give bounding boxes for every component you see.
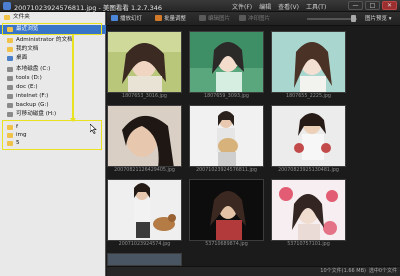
menu-tools[interactable]: 工具(T) bbox=[306, 2, 326, 11]
batch-adjust-button[interactable]: 批量调整 bbox=[155, 14, 186, 24]
tree-item-drive-c[interactable]: 本地磁盘 (C:) bbox=[0, 65, 106, 74]
close-button[interactable]: ✕ bbox=[382, 1, 397, 10]
thumbnail-item[interactable]: 1807655_2225.jpg bbox=[271, 31, 346, 103]
thumbnail-image bbox=[107, 31, 182, 93]
edit-image-button[interactable]: 编辑图片 bbox=[199, 14, 230, 24]
file-count: 10个文件(1.66 MB) bbox=[320, 268, 366, 274]
cursor-icon bbox=[90, 124, 97, 134]
zoom-slider[interactable] bbox=[307, 18, 357, 20]
thumbnail-grid: 1807653_3016.jpg 1807659_3093.jpg 180765… bbox=[107, 27, 400, 266]
title-bar: 20071023924576811.jpg - 美图看看 1.2.7.346 文… bbox=[0, 0, 400, 12]
thumbnail-image bbox=[107, 253, 182, 266]
thumbnail-item[interactable] bbox=[107, 253, 182, 266]
tree-item-drive-e[interactable]: doc (E:) bbox=[0, 83, 106, 92]
print-icon bbox=[239, 15, 246, 21]
app-icon bbox=[3, 2, 11, 10]
arrow-down-icon bbox=[69, 118, 76, 122]
menu-view[interactable]: 查看(V) bbox=[278, 2, 299, 11]
thumbnail-image bbox=[271, 31, 346, 93]
selection-count: 选中0个文件 bbox=[368, 268, 397, 274]
thumbnail-image bbox=[189, 31, 264, 93]
window-title: 20071023924576811.jpg - 美图看看 1.2.7.346 bbox=[14, 4, 162, 12]
highlight-box-top bbox=[2, 23, 102, 35]
play-icon bbox=[111, 15, 118, 21]
slideshow-button[interactable]: 播放幻灯 bbox=[111, 14, 142, 24]
tree-item-drive-g[interactable]: backup (G:) bbox=[0, 101, 106, 110]
highlight-connector bbox=[72, 35, 74, 118]
tree-item-drive-f[interactable]: intelnet (F:) bbox=[0, 92, 106, 101]
thumbnail-image bbox=[189, 105, 264, 167]
edit-icon bbox=[199, 15, 206, 21]
maximize-button[interactable]: □ bbox=[365, 1, 380, 10]
menu-edit[interactable]: 编辑 bbox=[259, 2, 271, 11]
drive-icon bbox=[7, 112, 13, 117]
tree-item-root[interactable]: 文件夹 bbox=[0, 13, 106, 22]
tree-item-my-docs[interactable]: 我的文档 bbox=[0, 45, 106, 54]
thumbnail-item[interactable]: 20071023924576811.jpg bbox=[189, 105, 264, 177]
view-mode-select[interactable]: 图片预览 ▾ bbox=[365, 14, 392, 24]
thumbnail-image bbox=[271, 179, 346, 241]
batch-icon bbox=[155, 15, 162, 21]
thumbnail-item[interactable]: 20070821126429405.jpg bbox=[107, 105, 182, 177]
toolbar: 播放幻灯 批量调整 编辑图片 冲印图片 图片预览 ▾ bbox=[107, 12, 400, 26]
drive-icon bbox=[7, 94, 13, 99]
thumbnail-item[interactable]: 20070823925130481.jpg bbox=[271, 105, 346, 177]
menu-file[interactable]: 文件(F) bbox=[232, 2, 252, 11]
drive-icon bbox=[7, 76, 13, 81]
folder-tree: 文件夹 最近浏览 Administrator 的文档 我的文档 桌面 本地磁盘 … bbox=[0, 12, 106, 276]
tree-item-drive-d[interactable]: tools (D:) bbox=[0, 74, 106, 83]
highlight-box-bottom bbox=[2, 120, 102, 150]
minimize-button[interactable]: — bbox=[348, 1, 363, 10]
thumbnail-item[interactable]: 53710689874.jpg bbox=[189, 179, 264, 251]
folder-icon bbox=[7, 47, 13, 52]
drive-icon bbox=[7, 103, 13, 108]
drive-icon bbox=[7, 85, 13, 90]
tree-item-drive-h[interactable]: 可移动磁盘 (H:) bbox=[0, 110, 106, 119]
tree-item-admin-docs[interactable]: Administrator 的文档 bbox=[0, 36, 106, 45]
thumbnail-item[interactable]: 1807653_3016.jpg bbox=[107, 31, 182, 103]
thumbnail-image bbox=[271, 105, 346, 167]
zoom-slider-handle[interactable] bbox=[351, 15, 356, 22]
desktop-icon bbox=[7, 56, 13, 61]
thumbnail-image bbox=[107, 179, 182, 241]
folder-icon bbox=[7, 38, 13, 43]
folder-icon bbox=[4, 15, 10, 20]
thumbnail-item[interactable]: 20071023924574.jpg bbox=[107, 179, 182, 251]
thumbnail-item[interactable]: 1807659_3093.jpg bbox=[189, 31, 264, 103]
menu-bar: 文件(F) 编辑 查看(V) 工具(T) bbox=[232, 2, 326, 11]
window-controls: — □ ✕ bbox=[348, 1, 397, 10]
thumbnail-image bbox=[107, 105, 182, 167]
tree-item-desktop[interactable]: 桌面 bbox=[0, 54, 106, 63]
thumbnail-image bbox=[189, 179, 264, 241]
status-bar: 10个文件(1.66 MB) 选中0个文件 bbox=[107, 266, 400, 276]
drive-icon bbox=[7, 67, 13, 72]
print-button[interactable]: 冲印图片 bbox=[239, 14, 270, 24]
thumbnail-item[interactable]: 53710757101.jpg bbox=[271, 179, 346, 251]
